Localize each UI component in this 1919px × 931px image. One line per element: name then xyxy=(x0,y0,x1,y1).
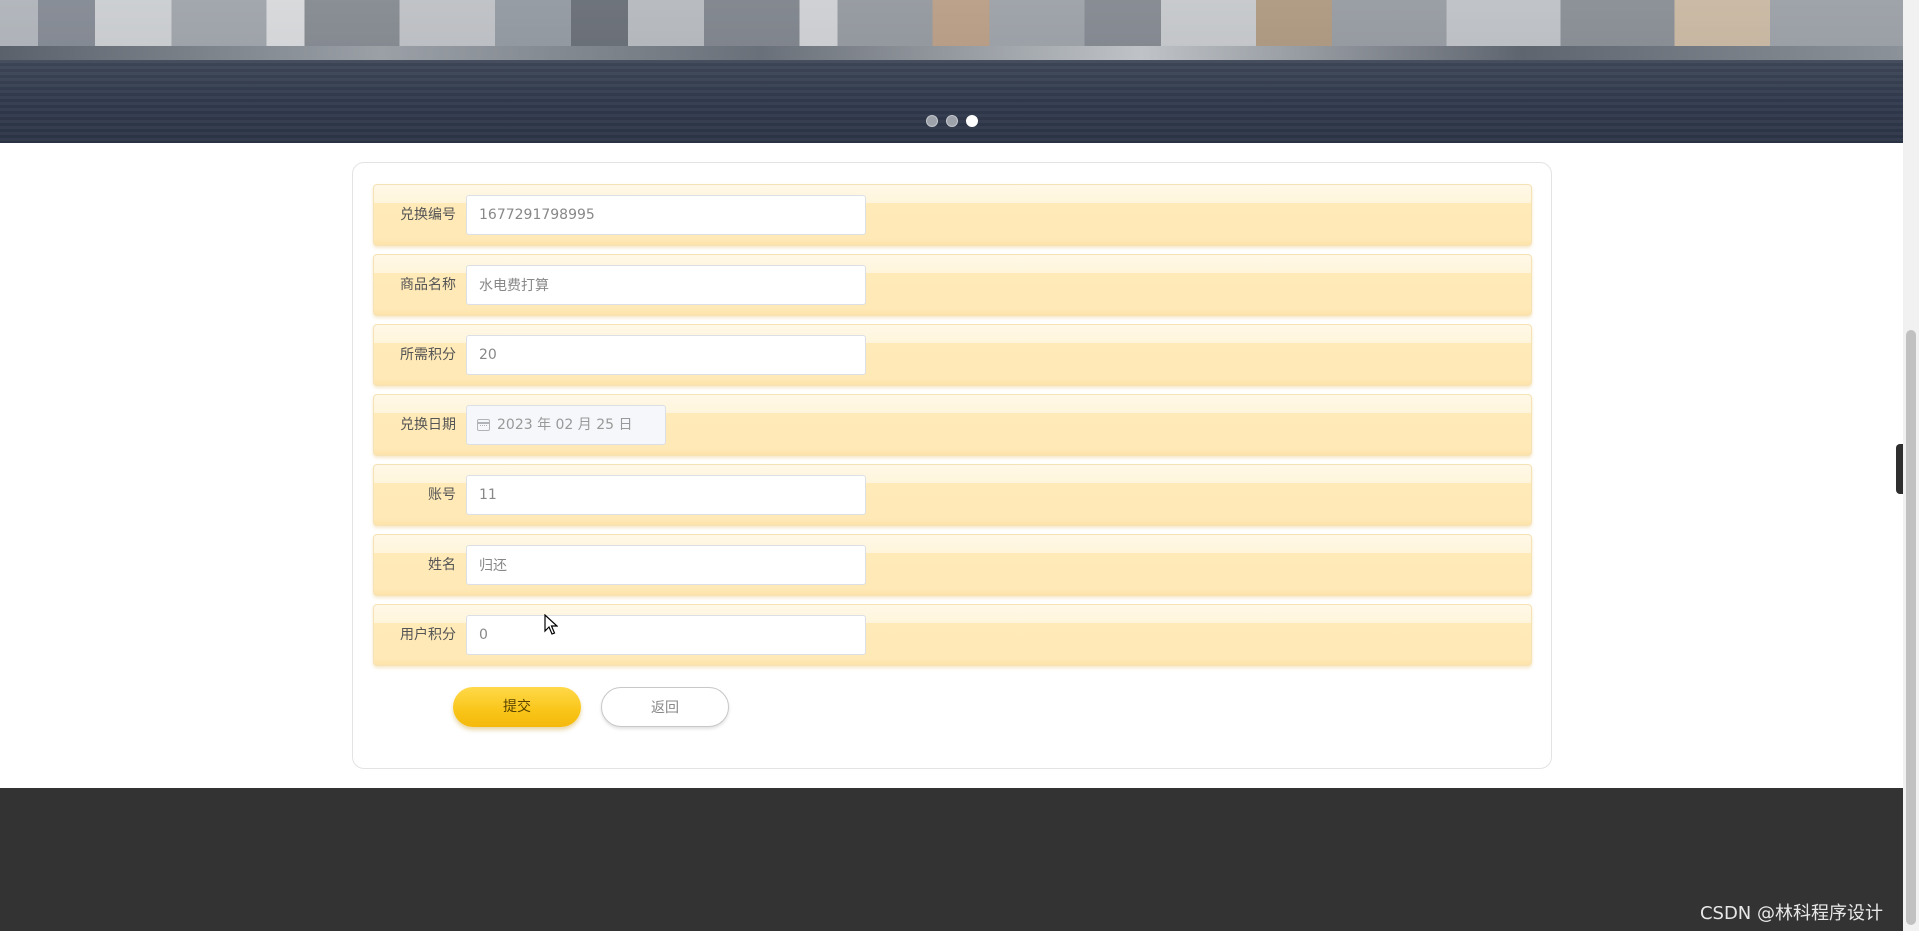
form-row-exchange-number: 兑换编号 xyxy=(373,184,1532,246)
exchange-date-value: 2023 年 02 月 25 日 xyxy=(497,417,633,433)
scrollbar-thumb[interactable] xyxy=(1906,330,1916,925)
back-button[interactable]: 返回 xyxy=(601,687,729,727)
banner-water-image xyxy=(0,60,1903,143)
product-name-label: 商品名称 xyxy=(400,277,456,293)
form-row-product-name: 商品名称 xyxy=(373,254,1532,316)
required-points-input[interactable] xyxy=(466,335,866,375)
carousel-dot-3[interactable] xyxy=(966,115,978,127)
form-row-exchange-date: 兑换日期 2023 年 02 月 25 日 xyxy=(373,394,1532,456)
calendar-icon xyxy=(477,419,490,431)
form-row-name: 姓名 xyxy=(373,534,1532,596)
carousel-indicators xyxy=(926,115,978,127)
submit-button[interactable]: 提交 xyxy=(453,687,581,727)
exchange-date-label: 兑换日期 xyxy=(400,417,456,433)
mouse-cursor-icon xyxy=(544,614,558,635)
form-row-account: 账号 xyxy=(373,464,1532,526)
exchange-number-input[interactable] xyxy=(466,195,866,235)
name-label: 姓名 xyxy=(428,557,456,573)
user-points-input[interactable] xyxy=(466,615,866,655)
account-label: 账号 xyxy=(428,487,456,503)
exchange-date-picker[interactable]: 2023 年 02 月 25 日 xyxy=(466,405,666,445)
banner-carousel xyxy=(0,0,1903,143)
page-footer: CSDN @林科程序设计 xyxy=(0,788,1903,931)
account-input[interactable] xyxy=(466,475,866,515)
form-row-required-points: 所需积分 xyxy=(373,324,1532,386)
exchange-number-label: 兑换编号 xyxy=(400,207,456,223)
user-points-label: 用户积分 xyxy=(400,627,456,643)
name-input[interactable] xyxy=(466,545,866,585)
csdn-watermark: CSDN @林科程序设计 xyxy=(1699,903,1883,924)
product-name-input[interactable] xyxy=(466,265,866,305)
carousel-dot-1[interactable] xyxy=(926,115,938,127)
exchange-form-card: 兑换编号 商品名称 所需积分 兑换日期 2023 年 02 月 25 日 账号 … xyxy=(352,162,1552,769)
carousel-dot-2[interactable] xyxy=(946,115,958,127)
banner-harbor-image xyxy=(0,46,1903,60)
required-points-label: 所需积分 xyxy=(400,347,456,363)
